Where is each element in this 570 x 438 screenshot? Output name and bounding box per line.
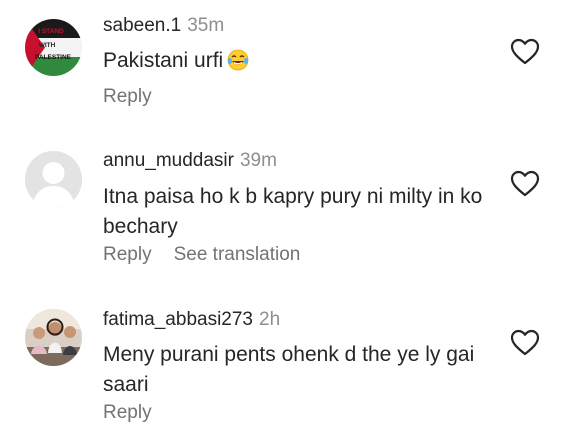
avatar-caption-line-1: I STAND	[38, 28, 64, 35]
comment-meta: sabeen.1 35m	[103, 15, 224, 37]
comment-text-content: Pakistani urfi	[103, 49, 224, 72]
reply-button[interactable]: Reply	[103, 86, 152, 108]
see-translation-button[interactable]: See translation	[174, 244, 301, 266]
heart-outline-icon[interactable]	[510, 329, 540, 357]
avatar[interactable]	[25, 309, 82, 366]
comment-meta: fatima_abbasi273 2h	[103, 309, 280, 331]
reply-button[interactable]: Reply	[103, 244, 152, 266]
comment-text: Meny purani pents ohenk d the ye ly gai …	[103, 343, 475, 396]
comment-actions: Reply	[103, 86, 174, 108]
comment-actions: Reply	[103, 402, 174, 424]
comment-item: I STAND WITH PALESTINE sabeen.1 35m Pakis…	[0, 0, 570, 125]
comment-text: Itna paisa ho k b kapry pury ni milty in…	[103, 185, 483, 238]
avatar-caption-line-2: WITH	[39, 42, 56, 49]
palestine-flag-avatar-image: I STAND WITH PALESTINE	[25, 19, 82, 76]
avatar-caption-line-3: PALESTINE	[35, 54, 72, 61]
avatar[interactable]	[25, 151, 82, 208]
username[interactable]: annu_muddasir	[103, 150, 234, 171]
timestamp: 2h	[259, 309, 281, 330]
avatar[interactable]: I STAND WITH PALESTINE	[25, 19, 82, 76]
timestamp: 39m	[239, 150, 277, 171]
comment-item: annu_muddasir 39m Itna paisa ho k b kapry…	[0, 140, 570, 280]
default-profile-avatar-image	[25, 151, 82, 208]
reply-button[interactable]: Reply	[103, 402, 152, 424]
profile-photo-avatar-image	[25, 309, 82, 366]
comment-actions: Reply See translation	[103, 244, 322, 266]
heart-outline-icon[interactable]	[510, 38, 540, 66]
laughing-with-tears-emoji-icon	[227, 49, 249, 71]
heart-outline-icon[interactable]	[510, 170, 540, 198]
comment-text: Pakistani urfi	[103, 46, 503, 76]
comment-item: fatima_abbasi273 2h Meny purani pents ohe…	[0, 298, 570, 438]
comment-meta: annu_muddasir 39m	[103, 150, 277, 172]
timestamp: 35m	[187, 15, 225, 36]
username[interactable]: fatima_abbasi273	[103, 309, 253, 330]
username[interactable]: sabeen.1	[103, 15, 181, 36]
